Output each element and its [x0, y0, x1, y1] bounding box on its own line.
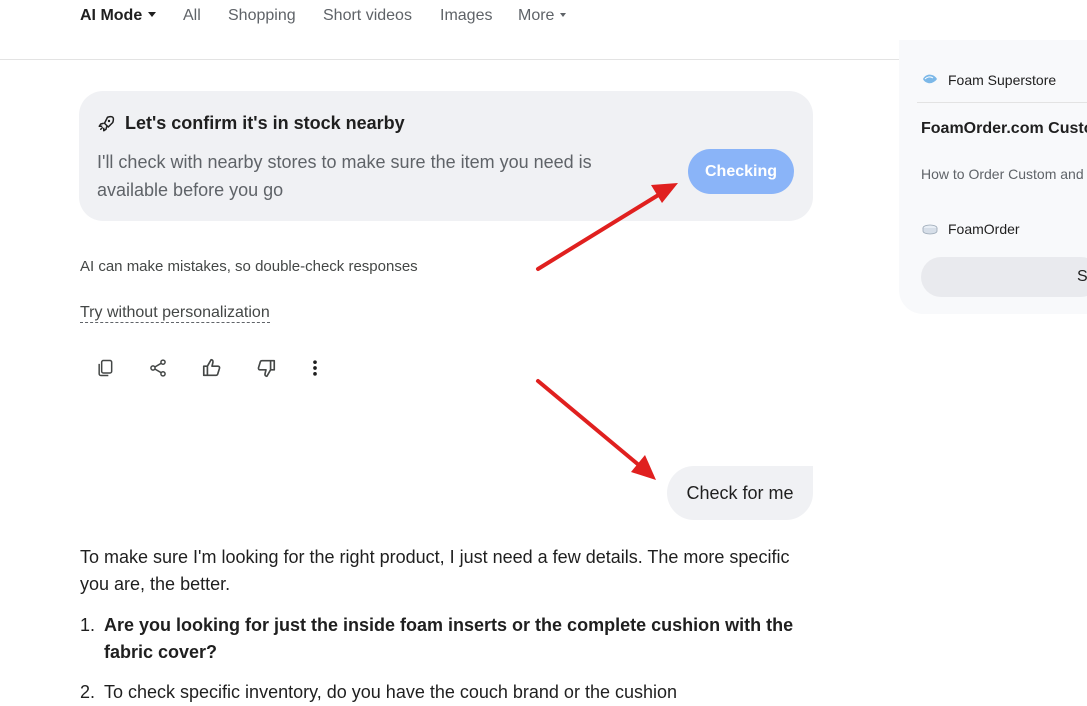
- question-number: 1.: [80, 615, 96, 635]
- answer-question-2: 2. To check specific inventory, do you h…: [80, 679, 794, 706]
- foam-superstore-logo-icon: [923, 74, 937, 84]
- panel-result-snippet: How to Order Custom and F Cushions Measu…: [921, 166, 1087, 182]
- share-icon: [150, 359, 166, 377]
- more-options-button[interactable]: [302, 355, 328, 381]
- source-foamorder[interactable]: FoamOrder: [948, 221, 1020, 237]
- tab-shopping[interactable]: Shopping: [228, 7, 296, 25]
- annotation-arrow-to-message: [536, 379, 656, 480]
- more-vert-icon: [313, 360, 317, 376]
- thumbs-up-icon: [202, 358, 221, 377]
- panel-result-title[interactable]: FoamOrder.com Custom Cushions & Mattress…: [921, 118, 1087, 140]
- tab-all[interactable]: All: [183, 7, 201, 25]
- stock-card-title: Let's confirm it's in stock nearby: [125, 113, 405, 133]
- stock-card-description: I'll check with nearby stores to make su…: [97, 152, 592, 200]
- tab-images[interactable]: Images: [440, 7, 492, 25]
- copy-button[interactable]: [92, 355, 118, 381]
- panel-button[interactable]: S: [921, 257, 1087, 297]
- source-foam-superstore[interactable]: Foam Superstore: [948, 72, 1056, 88]
- thumbs-down-icon: [257, 359, 276, 378]
- answer-intro: To make sure I'm looking for the right p…: [80, 547, 790, 594]
- checking-button[interactable]: Checking: [688, 149, 794, 194]
- try-without-personalization-link[interactable]: Try without personalization: [80, 304, 270, 323]
- question-number: 2.: [80, 682, 96, 702]
- chevron-down-icon: [148, 12, 157, 18]
- tab-more-label: More: [518, 7, 555, 24]
- tab-more[interactable]: More: [518, 7, 567, 25]
- thumbs-down-button[interactable]: [253, 355, 279, 381]
- question-text: Are you looking for just the inside foam…: [104, 615, 794, 662]
- tab-short-videos[interactable]: Short videos: [323, 7, 412, 25]
- thumbs-up-button[interactable]: [199, 355, 225, 381]
- answer-question-1: 1. Are you looking for just the inside f…: [80, 612, 794, 666]
- panel-divider: [917, 102, 1087, 103]
- copy-icon: [98, 359, 113, 377]
- question-text: To check specific inventory, do you have…: [104, 682, 678, 702]
- rocket-icon: [98, 115, 115, 132]
- chevron-down-icon: [560, 12, 567, 17]
- foamorder-logo-icon: [922, 224, 938, 235]
- tab-ai-mode[interactable]: AI Mode: [80, 7, 157, 25]
- tab-ai-mode-label: AI Mode: [80, 7, 143, 24]
- ai-disclaimer: AI can make mistakes, so double-check re…: [80, 258, 418, 275]
- share-button[interactable]: [145, 355, 171, 381]
- stock-check-card: Let's confirm it's in stock nearby I'll …: [79, 91, 813, 221]
- user-message-bubble: Check for me: [667, 466, 813, 520]
